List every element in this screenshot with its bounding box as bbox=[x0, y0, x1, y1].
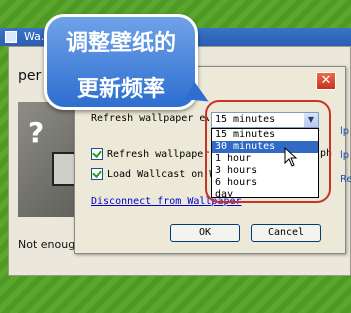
refresh-checkbox-label: Refresh wallpaper bbox=[107, 148, 210, 160]
refresh-checkbox-row[interactable]: Refresh wallpaper bbox=[91, 148, 211, 160]
callout-line-1: 调整壁纸的 bbox=[65, 31, 176, 56]
callout-line-2: 更新频率 bbox=[76, 77, 165, 102]
load-wallcast-label: Load Wallcast on W bbox=[107, 168, 211, 180]
load-wallcast-checkbox[interactable] bbox=[91, 168, 103, 180]
not-enough-text: Not enougl bbox=[18, 238, 79, 251]
refresh-checkbox[interactable] bbox=[91, 148, 103, 160]
side-link[interactable]: lp bbox=[340, 150, 349, 161]
side-link[interactable]: lp bbox=[340, 126, 349, 137]
question-icon: ? bbox=[28, 116, 45, 149]
close-button[interactable]: ✕ bbox=[316, 72, 336, 90]
callout-bubble: 调整壁纸的 更新频率 bbox=[44, 14, 198, 110]
cancel-button[interactable]: Cancel bbox=[251, 224, 321, 242]
load-wallcast-checkbox-row[interactable]: Load Wallcast on W bbox=[91, 168, 211, 180]
highlight-callout-oval bbox=[205, 100, 331, 203]
mouse-pointer-icon bbox=[284, 147, 298, 167]
app-icon bbox=[5, 31, 17, 43]
window-partial-text: per bbox=[18, 68, 42, 84]
refresh-label: Refresh wallpaper every bbox=[91, 113, 209, 124]
side-link[interactable]: Re bbox=[340, 174, 351, 185]
ok-button[interactable]: OK bbox=[170, 224, 240, 242]
